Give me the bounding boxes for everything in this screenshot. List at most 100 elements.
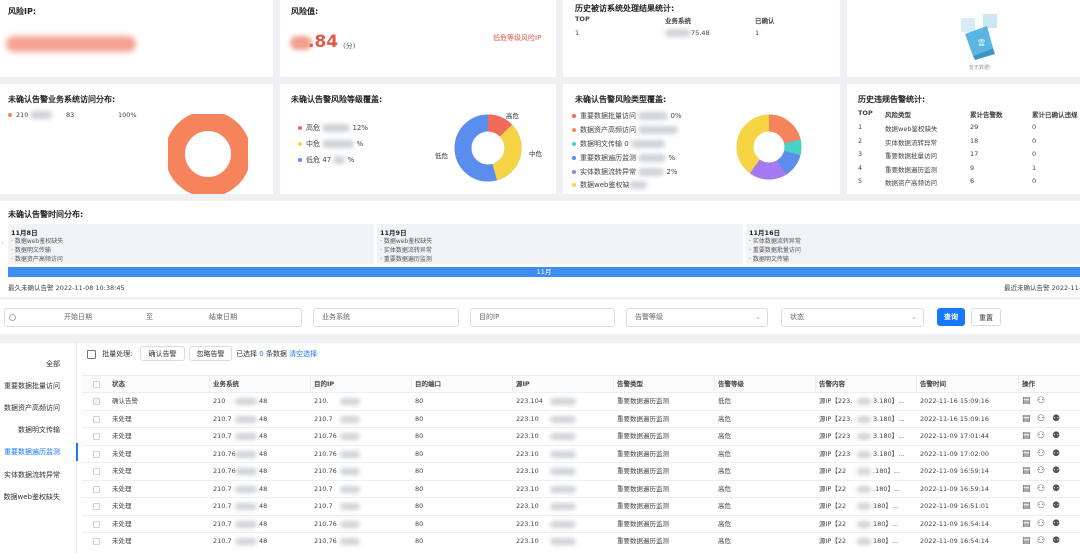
table-row[interactable]: 未处理 210.7 48 210.7 80 223.10 重要数据遍历监测 高危 源IP【22 1… (82, 497, 1080, 515)
select-all-checkbox[interactable] (93, 381, 100, 388)
column-header[interactable]: 告警等级 (718, 376, 744, 393)
row-checkbox[interactable] (93, 485, 100, 493)
timeline-left-arrow[interactable]: ‹ (1, 239, 4, 247)
row-port: 80 (415, 484, 424, 493)
timeline-month-bar[interactable]: 11月 (8, 267, 1080, 277)
confirm-alert-button[interactable]: 确认告警 (140, 346, 185, 361)
confirm-icon[interactable]: ⚇ (1037, 484, 1047, 494)
confirm-icon[interactable]: ⚇ (1037, 396, 1047, 406)
violation-confirmed: 0 (1032, 177, 1037, 185)
row-content: 源IP【22 (819, 502, 847, 510)
row-level: 高危 (718, 449, 731, 458)
end-date-placeholder[interactable]: 结束日期 (209, 309, 237, 326)
row-status: 未处理 (112, 449, 132, 458)
confirm-icon[interactable]: ⚇ (1037, 536, 1047, 546)
row-content: 源IP【22 (819, 484, 847, 493)
confirm-icon[interactable]: ⚇ (1037, 449, 1047, 459)
sidebar-item[interactable]: 重要数据批量访问 (0, 377, 68, 395)
timeline-block[interactable]: 11月16日 · 实体数据流转异常 · 重要数据批量访问 · 数据明文传输 (746, 224, 1080, 264)
table-row[interactable]: 未处理 210.76 48 210.76 80 223.10 重要数据遍历监测 高危 源IP【2… (82, 462, 1080, 480)
ignore-icon[interactable]: ⚉ (1052, 536, 1062, 546)
timeline-item: · 重要数据遍历监测 (380, 256, 432, 263)
confirm-icon[interactable]: ⚇ (1037, 431, 1047, 441)
history-access-header-confirmed: 已确认 (755, 17, 775, 25)
redacted-value (235, 468, 257, 475)
row-checkbox[interactable] (93, 398, 100, 405)
row-checkbox[interactable] (93, 415, 100, 423)
row-checkbox[interactable] (93, 468, 100, 475)
column-header[interactable]: 告警内容 (819, 376, 845, 393)
sidebar-item[interactable]: 数据资产高频访问 (0, 399, 68, 417)
column-header[interactable]: 告警类型 (617, 376, 643, 393)
history-access-card: 历史被访系统处理结果统计: TOP 业务系统 已确认 1 75.48 1 (563, 0, 840, 77)
detail-icon[interactable]: ▤ (1022, 484, 1032, 494)
row-checkbox[interactable] (93, 503, 100, 510)
sidebar-item[interactable]: 实体数据流转异常 (0, 466, 68, 484)
column-header[interactable]: 告警时间 (920, 376, 946, 393)
ignore-icon[interactable]: ⚉ (1052, 466, 1062, 476)
table-row[interactable]: 未处理 210.7 48 210.7 80 223.10 重要数据遍历监测 高危 源IP【223… (82, 409, 1080, 427)
column-header[interactable]: 目的端口 (415, 376, 441, 393)
row-level: 高危 (718, 414, 731, 423)
type-legend-4: 实体数据流转异常 2% (572, 167, 678, 177)
timeline-block[interactable]: 11月9日 · 数据web鉴权缺失 · 实体数据流转异常 · 重要数据遍历监测 (377, 224, 743, 264)
sidebar-item[interactable]: 数据明文传输 (0, 421, 68, 439)
query-button[interactable]: 查询 (937, 308, 965, 326)
row-level: 高危 (718, 467, 731, 475)
ignore-icon[interactable]: ⚉ (1052, 501, 1062, 511)
ignore-icon[interactable]: ⚉ (1052, 431, 1062, 441)
table-row[interactable]: 未处理 210.7 48 210.76 80 223.10 重要数据遍历监测 高危 源IP【22… (82, 532, 1080, 550)
table-row[interactable]: 未处理 210.7 48 210.76 80 223.10 重要数据遍历监测 高危 源IP【22… (82, 514, 1080, 532)
reset-button[interactable]: 重置 (971, 308, 1001, 326)
column-header[interactable]: 操作 (1022, 376, 1035, 393)
confirm-icon[interactable]: ⚇ (1037, 501, 1047, 511)
row-checkbox[interactable] (93, 520, 100, 528)
detail-icon[interactable]: ▤ (1022, 431, 1032, 441)
column-header[interactable]: 业务系统 (213, 376, 239, 393)
ignore-icon[interactable]: ⚉ (1052, 484, 1062, 494)
ignore-icon[interactable]: ⚉ (1052, 519, 1062, 529)
confirm-icon[interactable]: ⚇ (1037, 414, 1047, 424)
confirm-icon[interactable]: ⚇ (1037, 519, 1047, 529)
target-ip-input[interactable]: 目的IP (470, 308, 615, 327)
column-header[interactable]: 状态 (112, 376, 125, 393)
row-time: 2022-11-16 15:09:16 (920, 397, 990, 405)
table-row[interactable]: 未处理 210.7 48 210.7 80 223.10 重要数据遍历监测 高危 源IP【22.… (82, 479, 1080, 497)
timeline-item: · 重要数据批量访问 (749, 247, 801, 254)
sidebar-item[interactable]: 重要数据遍历监测 (0, 443, 68, 461)
table-row[interactable]: 确认告警 210 48 210. 80 223.104 重要数据遍历监测 低危 源IP【223.… (82, 392, 1080, 410)
system-input[interactable]: 业务系统 (313, 308, 459, 327)
ignore-icon[interactable]: ⚉ (1052, 449, 1062, 459)
row-dest-ip: 210.76 (314, 467, 337, 475)
detail-icon[interactable]: ▤ (1022, 536, 1032, 546)
detail-icon[interactable]: ▤ (1022, 396, 1032, 406)
violation-header-confirmed: 累计已确认违规 (1032, 111, 1078, 119)
sidebar-item[interactable]: 数据web鉴权缺失 (0, 488, 68, 506)
table-row[interactable]: 未处理 210.7 48 210.76 80 223.10 重要数据遍历监测 高危 源IP【22… (82, 427, 1080, 445)
row-checkbox[interactable] (93, 538, 100, 545)
ignore-icon[interactable]: ⚉ (1052, 414, 1062, 424)
detail-icon[interactable]: ▤ (1022, 519, 1032, 529)
clear-selection-link[interactable]: 清空选择 (289, 350, 317, 358)
timeline-block[interactable]: 11月8日 · 数据web鉴权缺失 · 数据明文传输 · 数据资产高频访问 (8, 224, 374, 264)
level-dot-high (298, 126, 302, 130)
violation-type: 数据web鉴权缺失 (885, 125, 938, 133)
row-checkbox[interactable] (93, 433, 100, 440)
level-select[interactable]: 告警等级 ⌄ (626, 308, 768, 327)
detail-icon[interactable]: ▤ (1022, 501, 1032, 511)
status-select[interactable]: 状态 ⌄ (781, 308, 924, 327)
date-range-picker[interactable]: 开始日期 至 结束日期 (4, 308, 302, 327)
row-checkbox[interactable] (93, 450, 100, 458)
column-header[interactable]: 源IP (516, 376, 530, 393)
ignore-alert-button[interactable]: 忽略告警 (189, 346, 232, 361)
table-row[interactable]: 未处理 210.76 48 210.76 80 223.10 重要数据遍历监测 高危 源IP【2… (82, 444, 1080, 462)
sidebar-item[interactable]: 全部 (0, 355, 68, 373)
confirm-icon[interactable]: ⚇ (1037, 466, 1047, 476)
detail-icon[interactable]: ▤ (1022, 414, 1032, 424)
detail-icon[interactable]: ▤ (1022, 449, 1032, 459)
row-system: 210 (213, 397, 226, 405)
start-date-placeholder[interactable]: 开始日期 (64, 309, 92, 326)
column-header[interactable]: 目的IP (314, 376, 334, 393)
detail-icon[interactable]: ▤ (1022, 466, 1032, 476)
redacted-value (857, 398, 871, 405)
